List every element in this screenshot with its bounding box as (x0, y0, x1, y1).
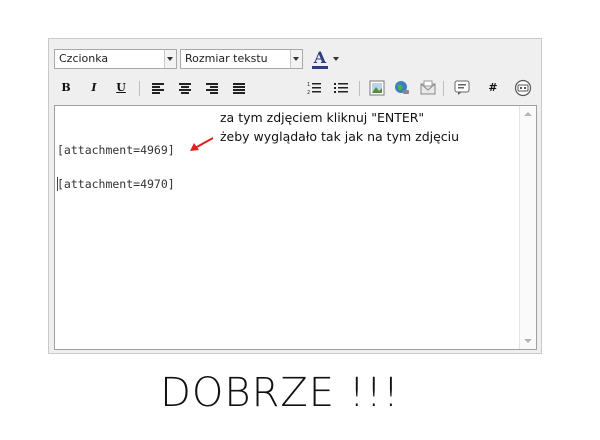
toolbar-divider (139, 81, 140, 96)
chevron-down-icon[interactable] (164, 50, 176, 68)
font-color-icon: A (313, 48, 327, 67)
annotation-line-2: żeby wyglądało tak jak na tym zdjęciu (220, 129, 460, 144)
annotation-text: za tym zdjęciem kliknuj "ENTER" żeby wyg… (220, 108, 459, 146)
attachment-line-1: [attachment=4969] (57, 143, 175, 157)
color-bar (312, 66, 328, 69)
font-size-select-value: Rozmiar tekstu (185, 52, 268, 65)
bold-button[interactable]: B (57, 79, 75, 97)
php-code-icon[interactable] (514, 79, 532, 97)
vertical-scrollbar[interactable] (519, 106, 536, 349)
insert-image-icon[interactable] (369, 80, 385, 96)
align-right-icon[interactable] (206, 83, 218, 94)
underline-button[interactable]: U (112, 79, 130, 97)
bold-label: B (61, 81, 71, 94)
toolbar-divider (443, 81, 444, 96)
scroll-up-icon[interactable] (524, 112, 532, 116)
dropdown-arrow-icon (333, 57, 339, 61)
svg-text:1: 1 (307, 82, 310, 88)
align-center-icon[interactable] (179, 83, 191, 94)
annotation-line-1: za tym zdjęciem kliknuj "ENTER" (220, 110, 425, 125)
bullet-list-icon[interactable] (334, 81, 348, 95)
underline-label: U (116, 81, 126, 94)
font-color-button[interactable]: A (312, 48, 344, 70)
font-select[interactable]: Czcionka (54, 49, 177, 69)
chevron-down-icon[interactable] (290, 50, 302, 68)
attachment-line-2: [attachment=4970] (57, 177, 175, 191)
scroll-down-icon[interactable] (524, 339, 532, 343)
insert-email-icon[interactable] (420, 80, 436, 96)
red-arrow-icon (190, 137, 214, 151)
svg-text:2: 2 (307, 90, 310, 95)
toolbar-divider (359, 81, 360, 96)
font-size-select[interactable]: Rozmiar tekstu (180, 49, 303, 69)
italic-button[interactable]: I (85, 79, 103, 97)
insert-link-icon[interactable] (394, 80, 410, 96)
editor-content-area[interactable]: za tym zdjęciem kliknuj "ENTER" żeby wyg… (54, 105, 537, 350)
font-select-value: Czcionka (59, 52, 109, 65)
code-hash-label: # (488, 81, 498, 94)
italic-label: I (91, 81, 97, 94)
align-justify-icon[interactable] (233, 83, 245, 94)
caption-text: DOBRZE !!! (160, 370, 400, 416)
quote-icon[interactable] (454, 80, 470, 96)
numbered-list-icon[interactable]: 1 2 (307, 81, 321, 95)
text-editor: Czcionka Rozmiar tekstu A B I U 1 2 # za… (48, 38, 542, 354)
align-left-icon[interactable] (152, 83, 164, 94)
code-hash-button[interactable]: # (484, 79, 502, 97)
